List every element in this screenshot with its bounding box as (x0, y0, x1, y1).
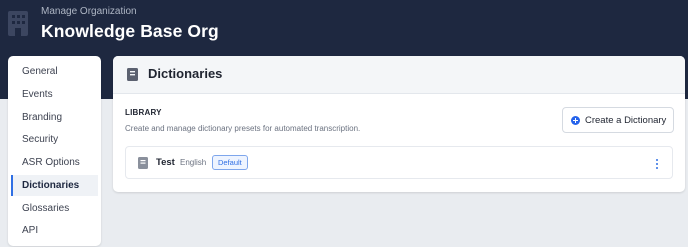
header-subtitle: Manage Organization (41, 6, 137, 17)
book-icon (127, 68, 138, 81)
plus-circle-icon (571, 116, 580, 125)
create-dictionary-button[interactable]: Create a Dictionary (562, 107, 674, 133)
sidebar-item-asr-options[interactable]: ASR Options (11, 152, 98, 173)
building-icon (8, 11, 28, 36)
settings-sidebar: General Events Branding Security ASR Opt… (8, 56, 101, 246)
library-description: Create and manage dictionary presets for… (125, 124, 361, 133)
dictionary-name: Test (156, 157, 175, 168)
sidebar-item-branding[interactable]: Branding (11, 107, 98, 128)
sidebar-item-glossaries[interactable]: Glossaries (11, 198, 98, 219)
library-label: LIBRARY (125, 108, 162, 117)
dictionary-language: English (180, 158, 207, 167)
sidebar-item-api[interactable]: API (11, 220, 98, 241)
more-options-icon[interactable] (653, 158, 661, 170)
sidebar-item-dictionaries[interactable]: Dictionaries (11, 175, 98, 196)
create-dictionary-label: Create a Dictionary (585, 115, 667, 126)
default-badge: Default (212, 155, 248, 170)
sidebar-item-general[interactable]: General (11, 61, 98, 82)
list-item[interactable]: Test English Default (125, 146, 673, 179)
org-title: Knowledge Base Org (41, 21, 219, 41)
panel-header: Dictionaries (113, 56, 685, 94)
book-icon (138, 157, 148, 169)
sidebar-item-security[interactable]: Security (11, 129, 98, 150)
sidebar-item-events[interactable]: Events (11, 84, 98, 105)
page-title: Dictionaries (148, 66, 223, 81)
dictionaries-panel: Dictionaries LIBRARY Create and manage d… (113, 56, 685, 192)
